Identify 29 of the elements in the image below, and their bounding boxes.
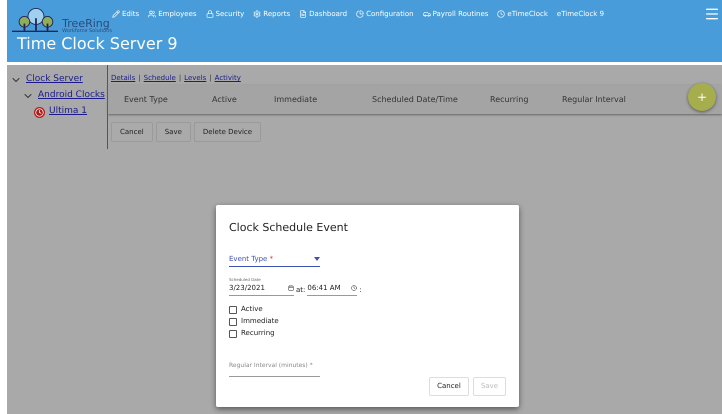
column-header: Regular Interval	[562, 94, 627, 106]
car-icon	[422, 10, 431, 18]
tree-item[interactable]: Android Clocks	[38, 89, 105, 103]
lock-icon	[206, 10, 214, 18]
checkbox[interactable]	[229, 318, 237, 326]
tree-item[interactable]: Clock Server	[26, 73, 83, 87]
page-title: Time Clock Server 9	[17, 34, 178, 54]
dropdown-icon	[314, 256, 320, 261]
tree-item[interactable]: Ultima 1	[49, 105, 87, 119]
pie-icon	[356, 10, 364, 18]
calendar-icon[interactable]	[288, 285, 294, 292]
checkbox[interactable]	[229, 306, 237, 314]
doc-icon	[299, 10, 308, 18]
dialog-title: Clock Schedule Event	[229, 220, 349, 236]
column-header: Active	[212, 94, 238, 106]
column-header: Scheduled Date/Time	[372, 94, 459, 106]
people-icon	[148, 10, 156, 18]
logo-name: TreeRing	[62, 18, 110, 29]
tree-logo-icon	[12, 6, 58, 34]
clock-icon	[497, 10, 506, 18]
pencil-icon	[112, 10, 120, 18]
column-header: Recurring	[490, 94, 530, 106]
clock-icon[interactable]	[351, 285, 358, 292]
column-header: Immediate	[274, 94, 318, 106]
column-header: Event Type	[124, 94, 169, 106]
checkbox[interactable]	[229, 330, 237, 338]
menu-icon[interactable]	[704, 6, 720, 22]
gear-icon	[253, 10, 262, 18]
clock-icon	[34, 106, 45, 118]
